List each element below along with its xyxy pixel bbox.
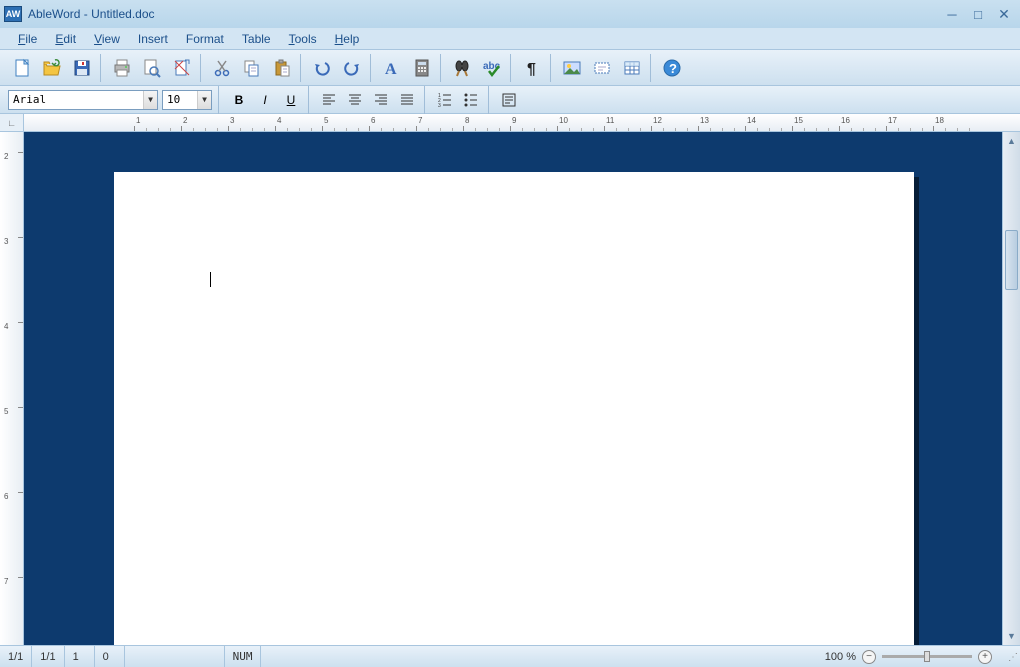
status-numlock: NUM [225,646,262,667]
ruler-corner: ∟ [0,114,24,131]
undo-button[interactable] [308,54,336,82]
zoom-controls: 100 % − + [817,650,1000,664]
paste-button[interactable] [268,54,296,82]
align-center-button[interactable] [344,89,366,111]
open-button[interactable] [38,54,66,82]
zoom-slider-handle[interactable] [924,651,930,662]
resize-grip[interactable]: ⋰ [1004,649,1020,665]
scroll-down-button[interactable]: ▼ [1003,627,1020,645]
status-bar: 1/1 1/1 1 0 NUM 100 % − + ⋰ [0,645,1020,667]
status-section: 1/1 [32,646,64,667]
work-area: 234567 ▲ ▼ [0,132,1020,645]
new-button[interactable] [8,54,36,82]
ruler-row: ∟ 123456789101112131415161718 [0,114,1020,132]
bullet-list-button[interactable] [460,89,482,111]
page-setup-button[interactable] [168,54,196,82]
svg-text:?: ? [669,61,677,76]
toolbar-separator [488,86,492,114]
save-button[interactable] [68,54,96,82]
help-button[interactable]: ? [658,54,686,82]
print-button[interactable] [108,54,136,82]
font-size-value: 10 [163,93,197,106]
italic-button[interactable]: I [254,89,276,111]
svg-text:¶: ¶ [527,61,536,78]
toolbar-separator [200,54,204,82]
toolbar-separator [424,86,428,114]
find-button[interactable] [448,54,476,82]
document-page[interactable] [114,172,914,645]
align-left-button[interactable] [318,89,340,111]
svg-text:3: 3 [438,103,441,108]
text-cursor [210,272,211,287]
menu-insert[interactable]: Insert [130,30,176,48]
font-size-combo[interactable]: 10 ▼ [162,90,212,110]
menu-help[interactable]: Help [327,30,368,48]
app-icon: AW [4,6,22,22]
align-justify-button[interactable] [396,89,418,111]
pilcrow-button[interactable]: ¶ [518,54,546,82]
copy-button[interactable] [238,54,266,82]
horizontal-ruler[interactable]: 123456789101112131415161718 [24,114,1020,131]
vertical-ruler[interactable]: 234567 [0,132,24,645]
bold-button[interactable]: B [228,89,250,111]
vertical-scrollbar[interactable]: ▲ ▼ [1002,132,1020,645]
zoom-out-button[interactable]: − [862,650,876,664]
status-line: 1 [65,646,95,667]
underline-button[interactable]: U [280,89,302,111]
window-title: AbleWord - Untitled.doc [28,7,940,21]
zoom-slider[interactable] [882,655,972,658]
toolbar-separator [550,54,554,82]
menu-tools[interactable]: Tools [281,30,325,48]
window-controls: ─ □ ✕ [940,5,1016,23]
dropdown-arrow-icon[interactable]: ▼ [143,91,157,109]
menu-file[interactable]: File [10,30,45,48]
calculator-button[interactable] [408,54,436,82]
cut-button[interactable] [208,54,236,82]
minimize-button[interactable]: ─ [940,5,964,23]
status-column: 0 [95,646,125,667]
svg-text:A: A [385,61,397,78]
toolbar-separator [218,86,222,114]
status-empty [125,646,225,667]
menu-bar: File Edit View Insert Format Table Tools… [0,28,1020,50]
paragraph-button[interactable] [498,89,520,111]
align-right-button[interactable] [370,89,392,111]
print-preview-button[interactable] [138,54,166,82]
zoom-in-button[interactable]: + [978,650,992,664]
numbered-list-button[interactable]: 123 [434,89,456,111]
insert-table-button[interactable] [618,54,646,82]
scroll-track[interactable] [1003,150,1020,627]
toolbar-separator [510,54,514,82]
toolbar-separator [300,54,304,82]
maximize-button[interactable]: □ [966,5,990,23]
insert-textbox-button[interactable] [588,54,616,82]
document-viewport[interactable] [24,132,1002,645]
toolbar-separator [650,54,654,82]
format-toolbar: Arial ▼ 10 ▼ B I U 123 [0,86,1020,114]
redo-button[interactable] [338,54,366,82]
font-family-value: Arial [9,93,143,106]
scroll-up-button[interactable]: ▲ [1003,132,1020,150]
toolbar-separator [100,54,104,82]
insert-image-button[interactable] [558,54,586,82]
menu-table[interactable]: Table [234,30,279,48]
toolbar-separator [308,86,312,114]
menu-view[interactable]: View [86,30,128,48]
toolbar-separator [440,54,444,82]
title-bar: AW AbleWord - Untitled.doc ─ □ ✕ [0,0,1020,28]
menu-format[interactable]: Format [178,30,232,48]
status-page: 1/1 [0,646,32,667]
close-button[interactable]: ✕ [992,5,1016,23]
spellcheck-button[interactable]: abc [478,54,506,82]
scroll-thumb[interactable] [1005,230,1018,290]
zoom-value: 100 % [825,651,856,663]
menu-edit[interactable]: Edit [47,30,84,48]
main-toolbar: A abc ¶ ? [0,50,1020,86]
font-family-combo[interactable]: Arial ▼ [8,90,158,110]
toolbar-separator [370,54,374,82]
font-button[interactable]: A [378,54,406,82]
dropdown-arrow-icon[interactable]: ▼ [197,91,211,109]
